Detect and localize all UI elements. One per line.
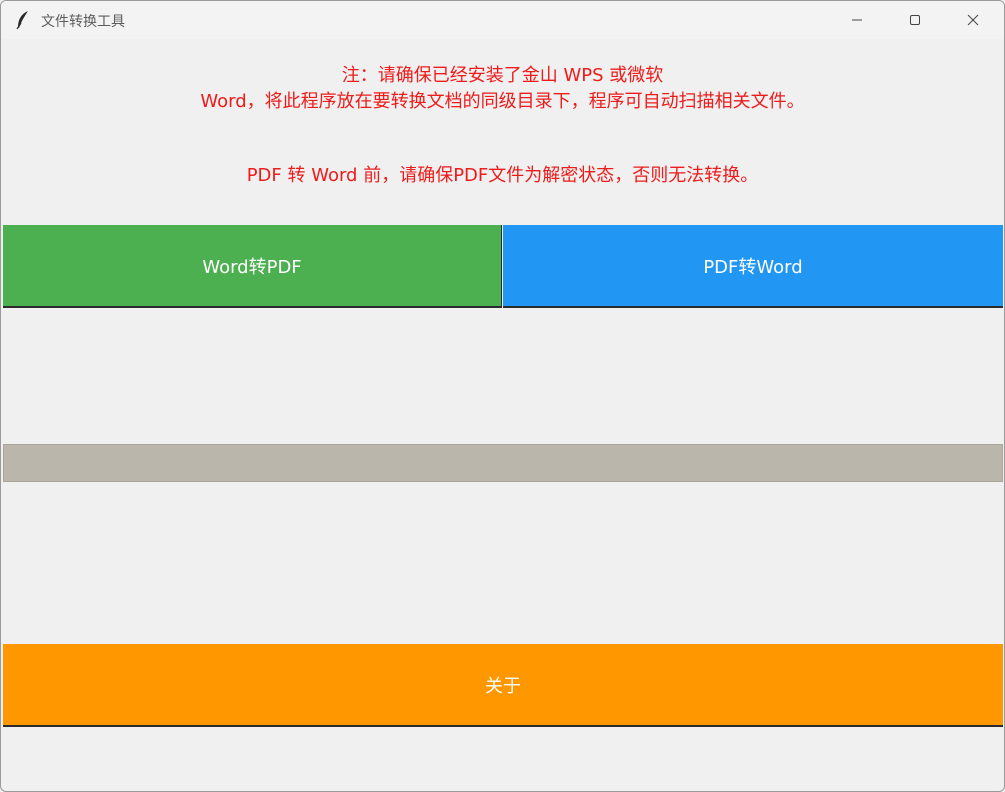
conversion-progress-bar	[3, 444, 1003, 482]
notice-install-line: 注：请确保已经安装了金山 WPS 或微软	[341, 65, 664, 86]
feather-icon	[15, 10, 31, 30]
about-button[interactable]: 关于	[3, 644, 1003, 727]
word-to-pdf-label: Word转PDF	[202, 256, 302, 278]
word-to-pdf-button[interactable]: Word转PDF	[3, 225, 502, 308]
about-label: 关于	[485, 675, 521, 697]
maximize-icon	[909, 14, 921, 26]
pdf-to-word-label: PDF转Word	[703, 256, 803, 278]
notice-directory-line: Word，将此程序放在要转换文档的同级目录下，程序可自动扫描相关文件。	[200, 91, 805, 112]
close-button[interactable]	[944, 1, 1002, 39]
title-bar[interactable]: 文件转换工具	[1, 1, 1004, 39]
notice-pdf-decrypt-line: PDF 转 Word 前，请确保PDF文件为解密状态，否则无法转换。	[246, 165, 759, 186]
pdf-to-word-button[interactable]: PDF转Word	[503, 225, 1003, 308]
app-window: 文件转换工具 注：请确保已经安装了金山 WPS 或微软 Word，将此程序放在要…	[0, 0, 1005, 792]
close-icon	[967, 14, 979, 26]
maximize-button[interactable]	[886, 1, 944, 39]
minimize-button[interactable]	[828, 1, 886, 39]
window-title: 文件转换工具	[41, 14, 125, 30]
minimize-icon	[851, 14, 863, 26]
